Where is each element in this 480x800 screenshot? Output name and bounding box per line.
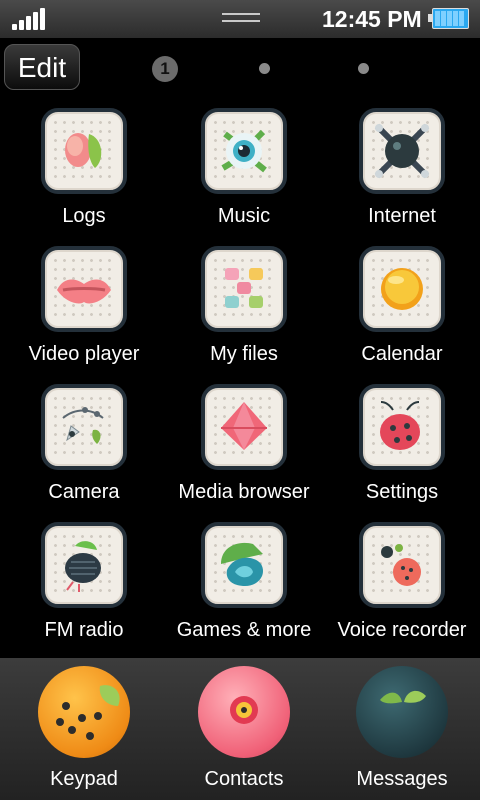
app-fm-radio[interactable]: FM radio bbox=[4, 522, 164, 652]
app-label: Video player bbox=[28, 343, 140, 365]
page-indicator-dot[interactable] bbox=[259, 63, 270, 74]
fm-radio-icon bbox=[41, 522, 127, 608]
app-calendar[interactable]: Calendar bbox=[322, 246, 480, 376]
keypad-icon bbox=[38, 666, 130, 758]
app-games-and-more[interactable]: Games & more bbox=[164, 522, 324, 652]
app-label: Games & more bbox=[176, 619, 312, 641]
internet-icon bbox=[359, 108, 445, 194]
app-label: Settings bbox=[365, 481, 439, 503]
clock: 12:45 PM bbox=[322, 6, 422, 32]
app-internet[interactable]: Internet bbox=[322, 108, 480, 238]
voice-recorder-icon bbox=[359, 522, 445, 608]
app-label: Music bbox=[217, 205, 271, 227]
app-media-browser[interactable]: Media browser bbox=[164, 384, 324, 514]
app-voice-recorder[interactable]: Voice recorder bbox=[322, 522, 480, 652]
battery-icon bbox=[428, 8, 469, 29]
media-browser-icon bbox=[201, 384, 287, 470]
dock-keypad[interactable]: Keypad bbox=[4, 658, 164, 800]
messages-icon bbox=[356, 666, 448, 758]
dock-label: Keypad bbox=[50, 768, 118, 790]
app-camera[interactable]: Camera bbox=[4, 384, 164, 514]
app-label: Camera bbox=[48, 481, 120, 503]
music-icon bbox=[201, 108, 287, 194]
edit-button[interactable]: Edit bbox=[4, 44, 80, 90]
app-label: Calendar bbox=[361, 343, 443, 365]
app-my-files[interactable]: My files bbox=[164, 246, 324, 376]
notification-drag-handle[interactable] bbox=[222, 13, 260, 24]
app-music[interactable]: Music bbox=[164, 108, 324, 238]
app-label: Media browser bbox=[178, 481, 310, 503]
app-label: My files bbox=[210, 343, 278, 365]
page-indicator-dot[interactable] bbox=[358, 63, 369, 74]
calendar-icon bbox=[359, 246, 445, 332]
app-label: Logs bbox=[62, 205, 106, 227]
contacts-icon bbox=[198, 666, 290, 758]
dock-label: Contacts bbox=[204, 768, 284, 790]
app-label: Voice recorder bbox=[337, 619, 467, 641]
dock-contacts[interactable]: Contacts bbox=[164, 658, 324, 800]
app-settings[interactable]: Settings bbox=[322, 384, 480, 514]
dock: Keypad Contacts Messages bbox=[0, 658, 480, 800]
my-files-icon bbox=[201, 246, 287, 332]
signal-strength-icon bbox=[12, 8, 46, 30]
logs-icon bbox=[41, 108, 127, 194]
app-label: FM radio bbox=[44, 619, 124, 641]
games-and-more-icon bbox=[201, 522, 287, 608]
app-label: Internet bbox=[368, 205, 436, 227]
app-logs[interactable]: Logs bbox=[4, 108, 164, 238]
camera-icon bbox=[41, 384, 127, 470]
page-indicator-current[interactable]: 1 bbox=[152, 56, 178, 82]
dock-messages[interactable]: Messages bbox=[322, 658, 480, 800]
status-bar: 12:45 PM bbox=[0, 0, 480, 38]
settings-icon bbox=[359, 384, 445, 470]
video-player-icon bbox=[41, 246, 127, 332]
app-video-player[interactable]: Video player bbox=[4, 246, 164, 376]
dock-label: Messages bbox=[356, 768, 448, 790]
